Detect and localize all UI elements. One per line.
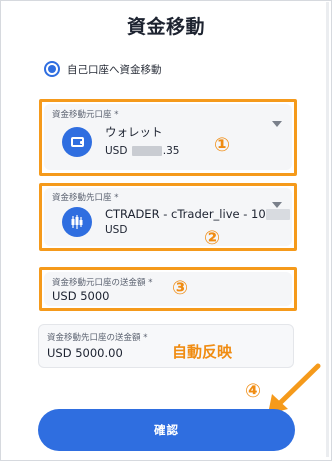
radio-selected-dot: [48, 65, 56, 73]
annotation-number-1: ①: [214, 134, 231, 156]
auto-reflect-annotation: 自動反映: [172, 343, 233, 361]
confirm-button[interactable]: 確認: [38, 409, 295, 451]
highlight-box-2: [39, 183, 297, 251]
receive-amount-label: 資金移動先口座の送金額 *: [47, 333, 148, 343]
scrollbar[interactable]: [326, 2, 329, 457]
highlight-box-1: [39, 99, 297, 176]
receive-amount-value: USD 5000.00: [47, 346, 123, 360]
receive-amount-field: 資金移動先口座の送金額 * USD 5000.00: [38, 324, 294, 368]
annotation-number-2: ②: [204, 227, 221, 249]
annotation-number-4: ④: [245, 380, 262, 402]
page-title: 資金移動: [126, 16, 205, 38]
radio-button[interactable]: [44, 61, 60, 77]
radio-label: 自己口座へ資金移動: [67, 63, 162, 76]
highlight-box-3: [39, 267, 297, 311]
annotation-number-3: ③: [172, 277, 189, 299]
transfer-type-radio[interactable]: 自己口座へ資金移動: [44, 60, 162, 78]
